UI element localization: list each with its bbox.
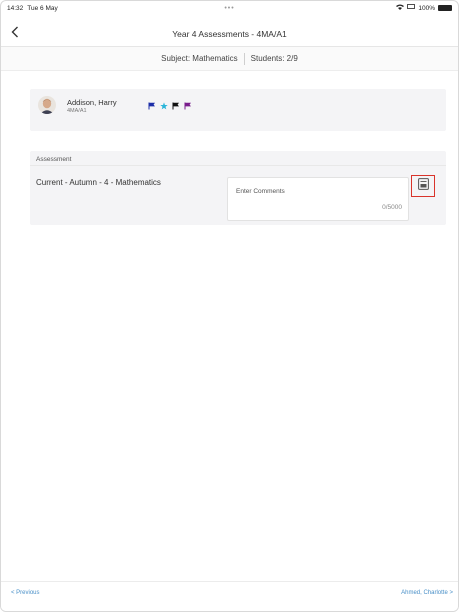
previous-student-link[interactable]: < Previous xyxy=(11,590,40,596)
comment-bank-button[interactable] xyxy=(411,175,435,197)
nav-bar: Year 4 Assessments - 4MA/A1 xyxy=(1,21,458,47)
students-count: Students: 2/9 xyxy=(250,54,298,63)
screen-mirror-icon xyxy=(407,4,416,12)
star-icon xyxy=(160,97,168,110)
battery-icon xyxy=(438,5,452,11)
student-class: 4MA/A1 xyxy=(67,108,87,114)
status-date: Tue 6 May xyxy=(27,4,58,12)
assessment-label: Assessment xyxy=(36,156,72,163)
subject-label: Subject: Mathematics xyxy=(161,54,238,63)
main-content: Addison, Harry 4MA/A1 Assessment Current… xyxy=(1,71,458,571)
assessment-name: Current - Autumn - 4 - Mathematics xyxy=(36,178,161,187)
divider xyxy=(243,52,245,65)
sen-flag-icon xyxy=(148,97,156,110)
student-flags xyxy=(148,97,192,110)
app-window: 14:32 Tue 6 May ••• 100% Year 4 Assessme… xyxy=(0,0,459,612)
multitask-dots[interactable]: ••• xyxy=(224,5,234,12)
black-flag-icon xyxy=(172,97,180,110)
chevron-left-icon xyxy=(11,25,19,43)
next-student-link[interactable]: Ahmed, Charlotte > xyxy=(401,590,453,596)
assessment-header: Assessment xyxy=(30,151,446,166)
page-title: Year 4 Assessments - 4MA/A1 xyxy=(172,28,287,39)
status-bar: 14:32 Tue 6 May ••• 100% xyxy=(1,1,458,15)
purple-flag-icon xyxy=(184,97,192,110)
status-right: 100% xyxy=(396,4,452,12)
footer-nav: < Previous Ahmed, Charlotte > xyxy=(1,581,458,611)
student-card: Addison, Harry 4MA/A1 xyxy=(30,89,446,131)
status-time: 14:32 xyxy=(7,4,24,12)
subheader: Subject: Mathematics Students: 2/9 xyxy=(1,47,458,71)
comment-input[interactable]: Enter Comments 0/5000 xyxy=(227,177,409,221)
comment-bank-icon xyxy=(417,177,429,195)
comment-placeholder: Enter Comments xyxy=(236,188,285,195)
wifi-icon xyxy=(396,4,405,12)
avatar xyxy=(38,96,56,114)
comment-char-counter: 0/5000 xyxy=(382,204,402,211)
student-name[interactable]: Addison, Harry xyxy=(67,98,117,107)
battery-percent: 100% xyxy=(418,4,435,12)
assessment-card: Assessment Current - Autumn - 4 - Mathem… xyxy=(30,151,446,225)
back-button[interactable] xyxy=(7,25,23,43)
